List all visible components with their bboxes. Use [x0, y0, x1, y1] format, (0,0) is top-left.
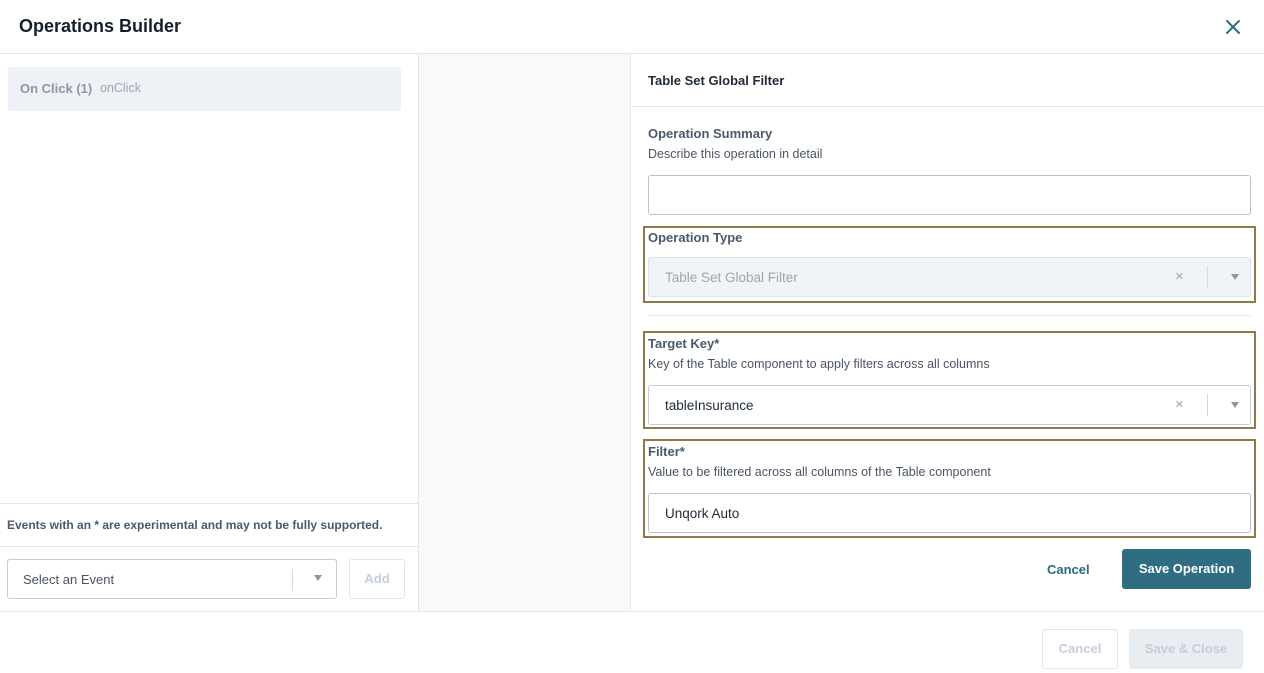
close-icon[interactable]: [1222, 16, 1244, 38]
target-key-label: Target Key*: [648, 336, 720, 351]
modal-title: Operations Builder: [19, 16, 182, 36]
chevron-down-icon[interactable]: [1231, 274, 1239, 280]
add-event-button[interactable]: Add: [349, 559, 405, 599]
select-separator: [1207, 266, 1208, 288]
select-separator: [1207, 394, 1208, 416]
cancel-button[interactable]: Cancel: [1042, 629, 1118, 669]
filter-input[interactable]: [649, 494, 1250, 532]
chevron-down-icon[interactable]: [1231, 402, 1239, 408]
experimental-note-text: Events with an * are experimental and ma…: [7, 518, 383, 532]
operation-type-select[interactable]: Table Set Global Filter ×: [648, 257, 1251, 297]
operations-list-panel: [419, 54, 631, 611]
target-key-value: tableInsurance: [665, 398, 754, 413]
target-key-description: Key of the Table component to apply filt…: [648, 357, 990, 371]
event-select-value: Select an Event: [23, 572, 115, 587]
modal-header: Operations Builder: [0, 0, 1264, 54]
clear-icon[interactable]: ×: [1175, 268, 1184, 285]
operation-summary-input[interactable]: [649, 176, 1250, 214]
operation-form-header: Table Set Global Filter: [632, 54, 1264, 107]
operation-summary-description: Describe this operation in detail: [648, 147, 823, 161]
clear-icon[interactable]: ×: [1175, 396, 1184, 413]
operation-summary-field[interactable]: [648, 175, 1251, 215]
save-close-button[interactable]: Save & Close: [1129, 629, 1243, 669]
modal-footer: Cancel Save & Close: [0, 611, 1264, 673]
select-separator: [292, 569, 293, 591]
operation-type-label: Operation Type: [648, 230, 743, 245]
section-divider: [648, 315, 1251, 316]
save-operation-button[interactable]: Save Operation: [1122, 549, 1251, 589]
operation-form-panel: Table Set Global Filter Operation Summar…: [632, 54, 1264, 611]
filter-label: Filter*: [648, 444, 685, 459]
filter-description: Value to be filtered across all columns …: [648, 465, 991, 479]
target-key-select[interactable]: tableInsurance ×: [648, 385, 1251, 425]
operation-type-value: Table Set Global Filter: [665, 270, 798, 285]
event-item-onclick[interactable]: On Click (1) onClick: [8, 67, 401, 111]
experimental-note: Events with an * are experimental and ma…: [0, 503, 418, 547]
chevron-down-icon[interactable]: [314, 575, 322, 581]
filter-field[interactable]: [648, 493, 1251, 533]
operation-form-title: Table Set Global Filter: [648, 73, 785, 88]
events-panel: On Click (1) onClick Events with an * ar…: [0, 54, 419, 611]
event-item-label: On Click (1): [20, 81, 93, 96]
operation-summary-label: Operation Summary: [648, 126, 773, 141]
event-select[interactable]: Select an Event: [7, 559, 337, 599]
cancel-operation-button[interactable]: Cancel: [1047, 562, 1090, 577]
event-item-key: onClick: [100, 81, 141, 95]
